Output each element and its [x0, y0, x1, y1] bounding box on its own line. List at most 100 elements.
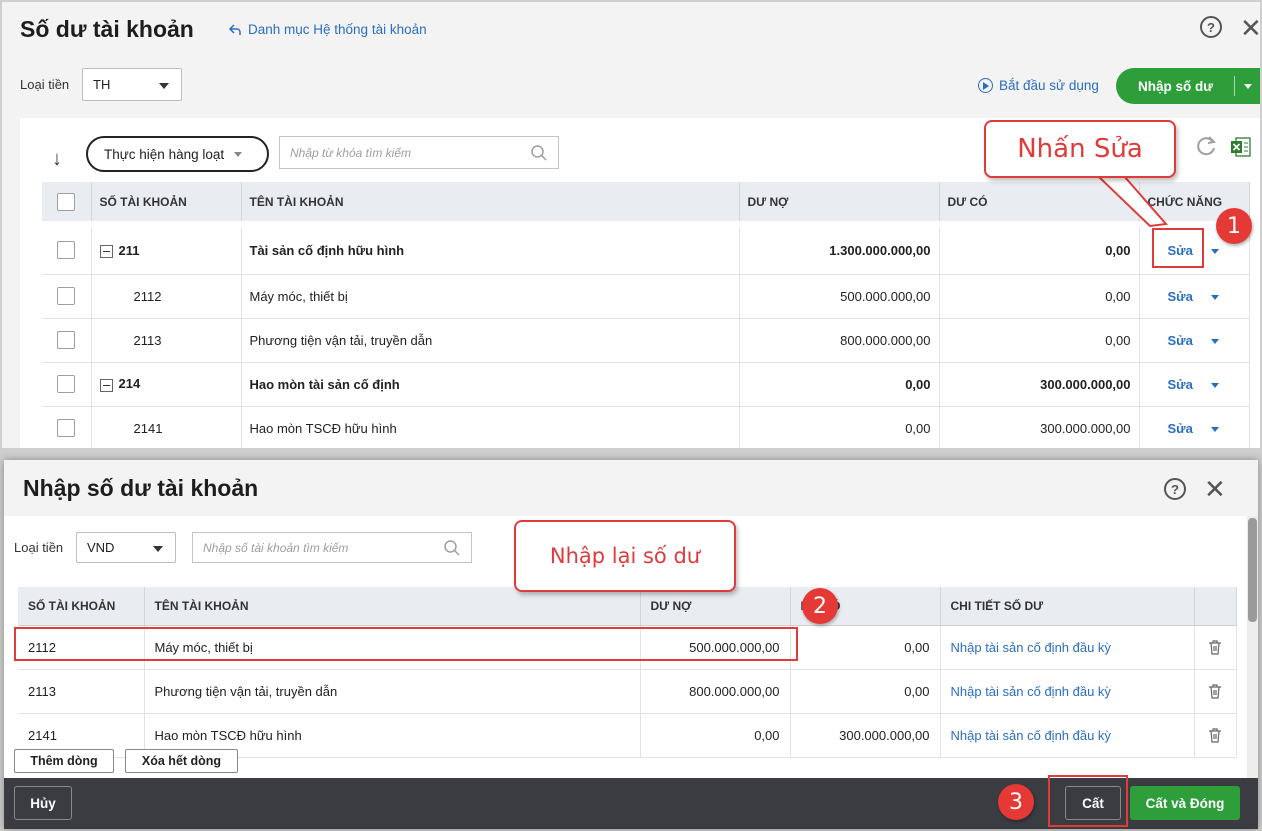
- search-placeholder: Nhập từ khóa tìm kiếm: [290, 145, 411, 160]
- table-row: 214 Hao mòn tài sản cố định 0,00 300.000…: [42, 362, 1250, 407]
- row-select-cell: [42, 406, 92, 448]
- enter-balance-button[interactable]: Nhập số dư: [1116, 79, 1234, 94]
- chart-of-accounts-link[interactable]: Danh mục Hệ thống tài khoản: [228, 22, 427, 37]
- refresh-icon[interactable]: [1194, 134, 1218, 158]
- select-all-checkbox[interactable]: [57, 192, 76, 211]
- account-code: 2113: [91, 318, 242, 363]
- table-row: 2113 Phương tiện vận tải, truyền dẫn 800…: [42, 318, 1250, 363]
- currency-select[interactable]: TH: [82, 68, 182, 101]
- edit-link[interactable]: Sửa: [1168, 377, 1193, 392]
- chevron-down-icon[interactable]: [1244, 83, 1252, 89]
- currency-select[interactable]: VND: [76, 532, 176, 563]
- enter-balance-split-button[interactable]: Nhập số dư: [1116, 68, 1260, 104]
- row-checkbox[interactable]: [57, 331, 76, 349]
- balance-entry-table: SỐ TÀI KHOẢN TÊN TÀI KHOẢN DƯ NỢ DƯ CÓ C…: [18, 587, 1237, 758]
- vertical-scrollbar[interactable]: [1247, 516, 1258, 778]
- chevron-down-icon[interactable]: [1210, 248, 1219, 254]
- collapse-icon[interactable]: [99, 378, 113, 392]
- chevron-down-icon: [159, 82, 169, 89]
- account-name: Hao mòn tài sản cố định: [241, 362, 740, 407]
- chevron-down-icon[interactable]: [1210, 426, 1219, 432]
- credit-value: 300.000.000,00: [939, 406, 1140, 448]
- row-checkbox[interactable]: [57, 287, 76, 305]
- account-balance-page: Số dư tài khoản Danh mục Hệ thống tài kh…: [2, 2, 1260, 448]
- row-select-cell: [42, 221, 92, 275]
- sort-icon[interactable]: ↓: [52, 148, 62, 171]
- keyword-search-input[interactable]: Nhập từ khóa tìm kiếm: [279, 136, 559, 169]
- row-checkbox[interactable]: [57, 241, 76, 260]
- col-account-name: TÊN TÀI KHOẢN: [241, 182, 740, 225]
- cancel-button[interactable]: Hủy: [14, 786, 72, 820]
- debit-input[interactable]: 0,00: [640, 713, 791, 758]
- trash-icon[interactable]: [1207, 639, 1223, 655]
- currency-label: Loại tiền: [20, 77, 70, 92]
- table-row: 2141 Hao mòn TSCĐ hữu hình 0,00 300.000.…: [42, 406, 1250, 448]
- play-icon: [978, 78, 993, 93]
- actions-cell: Sửa: [1139, 406, 1250, 448]
- start-using-label: Bắt đầu sử dụng: [999, 78, 1099, 93]
- row-select-cell: [42, 362, 92, 407]
- callout-re-enter-balance: Nhập lại số dư: [514, 520, 736, 592]
- delete-cell: [1194, 669, 1237, 714]
- table-row: 2112 Máy móc, thiết bị 500.000.000,00 0,…: [42, 274, 1250, 319]
- account-code: 211: [118, 242, 140, 258]
- help-icon[interactable]: ?: [1164, 478, 1186, 500]
- col-delete: [1194, 587, 1237, 626]
- col-debit: DƯ NỢ: [739, 182, 940, 225]
- close-icon[interactable]: ✕: [1240, 15, 1260, 41]
- account-name: Hao mòn TSCĐ hữu hình: [241, 406, 740, 448]
- col-debit: DƯ NỢ: [640, 587, 791, 626]
- back-arrow-icon: [228, 23, 241, 35]
- col-balance-detail: CHI TIẾT SỐ DƯ: [940, 587, 1195, 626]
- scrollbar-thumb[interactable]: [1248, 518, 1257, 622]
- credit-value: 300.000.000,00: [939, 362, 1140, 407]
- credit-input[interactable]: 0,00: [790, 669, 941, 714]
- step-badge-1: 1: [1216, 208, 1252, 244]
- account-search-input[interactable]: Nhập số tài khoản tìm kiếm: [192, 532, 472, 563]
- save-and-close-button[interactable]: Cất và Đóng: [1130, 786, 1240, 820]
- step-badge-2: 2: [802, 588, 838, 624]
- row-select-cell: [42, 274, 92, 319]
- chevron-down-icon: [153, 545, 163, 552]
- chevron-down-icon[interactable]: [1210, 338, 1219, 344]
- help-icon[interactable]: ?: [1200, 16, 1222, 38]
- col-account-code: SỐ TÀI KHOẢN: [18, 587, 145, 626]
- add-row-button[interactable]: Thêm dòng: [14, 749, 114, 773]
- balance-detail-link[interactable]: Nhập tài sản cố định đầu kỳ: [940, 669, 1195, 714]
- credit-input[interactable]: 300.000.000,00: [790, 713, 941, 758]
- row-checkbox[interactable]: [57, 375, 76, 393]
- balance-detail-link[interactable]: Nhập tài sản cố định đầu kỳ: [940, 625, 1195, 670]
- chevron-down-icon[interactable]: [1210, 382, 1219, 388]
- page-title: Số dư tài khoản: [20, 16, 194, 42]
- account-name: Máy móc, thiết bị: [241, 274, 740, 319]
- bulk-action-label: Thực hiện hàng loạt: [104, 146, 225, 162]
- bulk-action-button[interactable]: Thực hiện hàng loạt: [86, 136, 269, 172]
- debit-value: 0,00: [739, 362, 940, 407]
- col-credit: DƯ CÓ: [939, 182, 1140, 225]
- row-checkbox[interactable]: [57, 419, 76, 437]
- collapse-icon[interactable]: [99, 244, 113, 258]
- highlight-row-box: [14, 627, 798, 661]
- account-balance-table: SỐ TÀI KHOẢN TÊN TÀI KHOẢN DƯ NỢ DƯ CÓ C…: [42, 182, 1250, 448]
- trash-icon[interactable]: [1207, 727, 1223, 743]
- edit-link[interactable]: Sửa: [1168, 421, 1193, 436]
- credit-value: 0,00: [939, 221, 1140, 275]
- balance-detail-link[interactable]: Nhập tài sản cố định đầu kỳ: [940, 713, 1195, 758]
- table-row: 211 Tài sản cố định hữu hình 1.300.000.0…: [42, 221, 1250, 275]
- table-header-row: SỐ TÀI KHOẢN TÊN TÀI KHOẢN DƯ NỢ DƯ CÓ C…: [42, 182, 1250, 225]
- edit-link[interactable]: Sửa: [1168, 333, 1193, 348]
- trash-icon[interactable]: [1207, 683, 1223, 699]
- search-placeholder: Nhập số tài khoản tìm kiếm: [203, 540, 349, 555]
- excel-icon[interactable]: [1230, 136, 1252, 158]
- start-using-link[interactable]: Bắt đầu sử dụng: [978, 78, 1099, 93]
- search-icon: [444, 539, 460, 556]
- account-code: 214: [118, 376, 141, 392]
- edit-link[interactable]: Sửa: [1168, 289, 1193, 304]
- highlight-save-box: [1048, 775, 1128, 827]
- currency-label: Loại tiền: [14, 540, 64, 555]
- clear-rows-button[interactable]: Xóa hết dòng: [125, 749, 238, 773]
- chevron-down-icon[interactable]: [1210, 294, 1219, 300]
- debit-input[interactable]: 800.000.000,00: [640, 669, 791, 714]
- close-icon[interactable]: ✕: [1204, 476, 1226, 502]
- credit-input[interactable]: 0,00: [790, 625, 941, 670]
